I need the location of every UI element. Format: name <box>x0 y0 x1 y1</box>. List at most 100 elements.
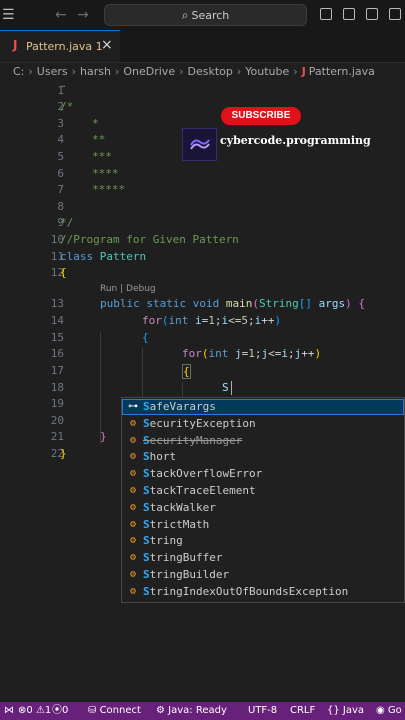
broadcast-icon: ◉ <box>376 705 385 716</box>
close-icon[interactable]: × <box>101 37 113 53</box>
line-number: 17 <box>50 364 64 377</box>
database-icon: ⛁ <box>88 705 97 716</box>
chevron-right-icon: › <box>71 65 77 78</box>
line-number: 3 <box>57 117 64 130</box>
error-count: 0 <box>26 705 33 716</box>
java-file-icon: J <box>13 38 18 52</box>
code-line: for(int i=1;i<=5;i++) <box>142 314 282 327</box>
chevron-right-icon: › <box>236 65 242 78</box>
back-arrow-icon[interactable]: ← <box>55 6 67 24</box>
class-icon: ⚙ <box>129 501 137 513</box>
encoding-selector[interactable]: UTF-8 <box>248 702 277 720</box>
eol-selector[interactable]: CRLF <box>290 702 315 720</box>
java-icon: ⚙ <box>156 705 165 716</box>
suggestion-item[interactable]: ⚙ SecurityException <box>122 416 404 432</box>
breadcrumb-item[interactable]: Pattern.java <box>309 65 375 78</box>
subscribe-button[interactable]: SUBSCRIBE <box>221 107 301 125</box>
tab-label: Pattern.java 1 <box>26 40 103 53</box>
line-number: 19 <box>50 397 64 410</box>
code-line: *** <box>92 150 112 163</box>
codelens-run-debug[interactable]: Run | Debug <box>100 284 156 294</box>
ports-icon: ⦿ <box>52 705 62 716</box>
line-number: 16 <box>50 347 64 360</box>
toggle-panel-icon[interactable] <box>343 8 355 20</box>
breadcrumb-item[interactable]: Youtube <box>245 65 289 78</box>
suggestion-item[interactable]: ⚙ StackTraceElement <box>122 483 404 499</box>
suggestion-label: StrictMath <box>143 517 210 531</box>
search-icon: ⌕ <box>181 8 189 22</box>
ports-count: 0 <box>62 705 69 716</box>
code-line: } <box>100 430 107 443</box>
suggestion-label: String <box>143 534 183 548</box>
command-center-search[interactable]: ⌕ Search <box>104 4 307 26</box>
breadcrumb-item[interactable]: OneDrive <box>123 65 175 78</box>
code-line: //Program for Given Pattern <box>60 233 239 246</box>
class-icon: ⚙ <box>129 434 137 446</box>
status-bar: ⋈ ⊗0 ⚠1 ⦿0 ⛁ Connect ⚙ Java: Ready UTF-8… <box>0 702 405 720</box>
code-line: ** <box>92 133 106 146</box>
code-line: ˜ <box>60 84 67 97</box>
chevron-right-icon: › <box>28 65 33 78</box>
suggestion-item[interactable]: ⚙ StringBuffer <box>122 550 404 566</box>
suggestion-item[interactable]: ⚙ Short <box>122 449 404 465</box>
go-live-button[interactable]: ◉ Go <box>376 702 402 720</box>
line-number: 2 <box>57 100 64 113</box>
remote-indicator-icon[interactable]: ⋈ <box>4 702 14 720</box>
class-icon: ⚙ <box>129 535 137 547</box>
suggestion-item[interactable]: ⚙ StackOverflowError <box>122 466 404 482</box>
code-line: /* <box>60 100 74 113</box>
forward-arrow-icon[interactable]: → <box>77 6 89 24</box>
code-line: */ <box>60 216 74 229</box>
java-status[interactable]: ⚙ Java: Ready <box>156 702 227 720</box>
line-number: 8 <box>57 200 64 213</box>
line-number: 6 <box>57 167 64 180</box>
class-icon: ⚙ <box>129 451 137 463</box>
connect-button[interactable]: ⛁ Connect <box>88 702 141 720</box>
braces-icon: {} <box>327 705 340 716</box>
toggle-primary-sidebar-icon[interactable] <box>320 8 332 20</box>
suggestion-label: SecurityManager <box>143 433 243 447</box>
keyword-icon: ⊶ <box>128 401 138 412</box>
code-line: public static void main(String[] args) { <box>100 297 365 310</box>
line-number: 4 <box>57 133 64 146</box>
indent-guide <box>100 332 101 444</box>
class-icon: ⚙ <box>129 518 137 530</box>
suggestion-item[interactable]: ⊶ SafeVarargs <box>122 399 404 415</box>
connect-label: Connect <box>99 705 141 716</box>
suggestion-label: SafeVarargs <box>143 400 216 413</box>
code-line: **** <box>92 167 119 180</box>
toggle-secondary-sidebar-icon[interactable] <box>366 8 378 20</box>
class-icon: ⚙ <box>129 417 137 429</box>
language-mode[interactable]: {} Java <box>327 702 364 720</box>
code-line: class Pattern <box>60 250 147 263</box>
language-label: Java <box>342 705 365 716</box>
breadcrumb-item[interactable]: Users <box>37 65 68 78</box>
suggestion-label: StackWalker <box>143 500 216 514</box>
menu-icon[interactable]: ☰ <box>2 6 15 24</box>
class-icon: ⚙ <box>129 468 137 480</box>
breadcrumb-item[interactable]: C: <box>13 65 24 78</box>
chevron-right-icon: › <box>114 65 120 78</box>
customize-layout-icon[interactable] <box>389 8 401 20</box>
suggestion-item[interactable]: ⚙ SecurityManager <box>122 433 404 449</box>
breadcrumb-item[interactable]: Desktop <box>188 65 233 78</box>
suggestion-item[interactable]: ⚙ StringBuilder <box>122 567 404 583</box>
ports-indicator[interactable]: ⦿0 <box>52 702 68 720</box>
suggestion-item[interactable]: ⚙ StrictMath <box>122 517 404 533</box>
breadcrumb-item[interactable]: harsh <box>80 65 111 78</box>
line-number: 14 <box>50 314 64 327</box>
suggestion-item[interactable]: ⚙ StackWalker <box>122 500 404 516</box>
tab-pattern-java[interactable]: J Pattern.java 1 × <box>0 30 120 62</box>
class-icon: ⚙ <box>129 485 137 496</box>
autocomplete-suggestions[interactable]: ⊶ SafeVarargs ⚙ SecurityException ⚙ SecurityM… <box>121 397 405 603</box>
suggestion-item[interactable]: ⚙ String <box>122 533 404 549</box>
go-live-label: Go <box>387 705 402 716</box>
class-icon: ⚙ <box>129 552 137 564</box>
class-icon: ⚙ <box>129 585 137 597</box>
code-editor[interactable]: 1 2 3 4 5 6 7 8 9 10 11 12 13 14 15 16 1… <box>0 82 405 702</box>
line-number: 10 <box>50 233 64 246</box>
problems-indicator[interactable]: ⊗0 ⚠1 <box>18 702 51 720</box>
line-number: 11 <box>50 250 64 263</box>
breadcrumb: C: › Users › harsh › OneDrive › Desktop › Youtube ›… <box>13 65 375 81</box>
suggestion-item[interactable]: ⚙ StringIndexOutOfBoundsException <box>122 584 404 600</box>
